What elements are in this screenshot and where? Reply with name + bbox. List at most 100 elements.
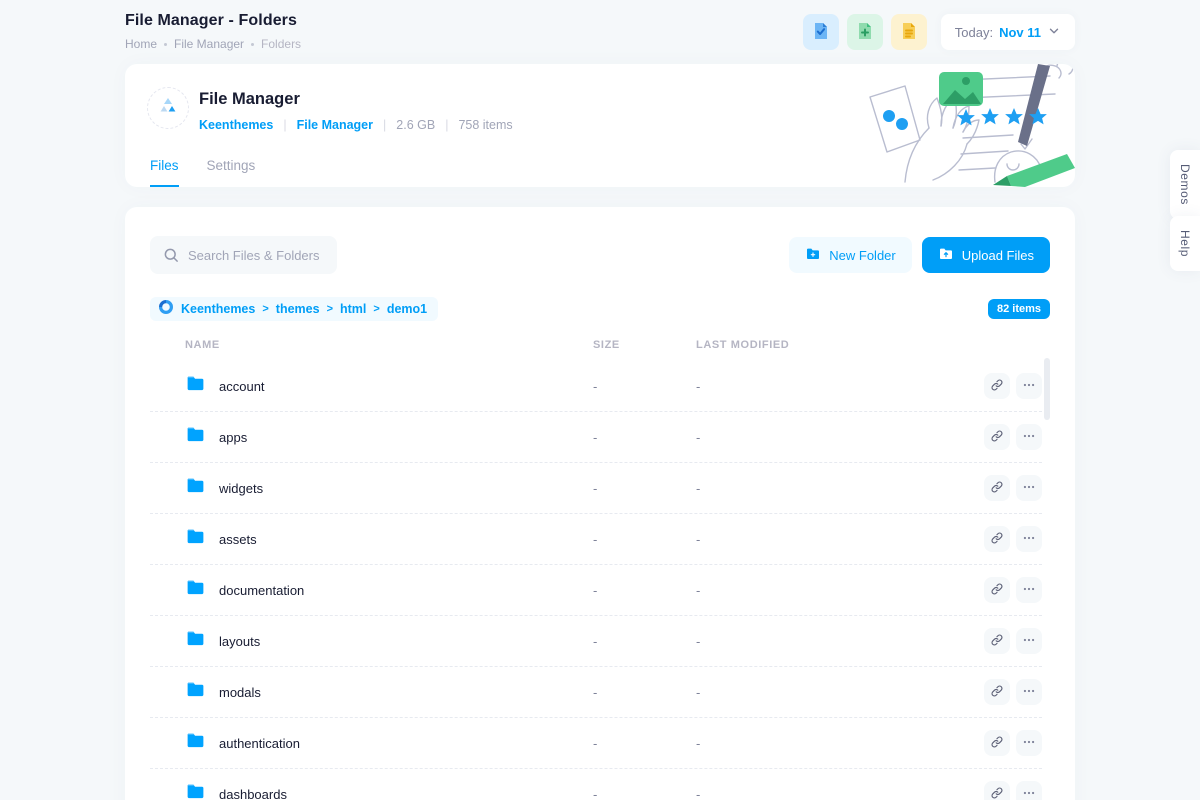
files-toolbar: New Folder Upload Files [150,236,1050,274]
link-icon [990,633,1004,650]
more-actions-button[interactable] [1016,526,1042,552]
file-plus-icon [855,21,875,44]
ellipsis-icon [1022,378,1036,395]
copy-link-button[interactable] [984,781,1010,800]
copy-link-button[interactable] [984,373,1010,399]
link-icon [990,786,1004,800]
folder-name-link[interactable]: widgets [219,481,263,496]
folder-name-link[interactable]: dashboards [219,787,287,800]
chevron-right-icon: > [327,303,333,315]
table-row: account - - [150,361,1042,412]
folder-name-link[interactable]: modals [219,685,261,700]
breadcrumb-separator [251,43,254,46]
app-link[interactable]: File Manager [297,118,373,132]
storage-size: 2.6 GB [396,118,435,132]
folder-name-link[interactable]: documentation [219,583,304,598]
date-picker-button[interactable]: Today: Nov 11 [941,14,1075,50]
modified-value: - [696,379,984,394]
folder-name-link[interactable]: apps [219,430,247,445]
more-actions-button[interactable] [1016,628,1042,654]
folder-name-link[interactable]: authentication [219,736,300,751]
more-actions-button[interactable] [1016,679,1042,705]
more-actions-button[interactable] [1016,781,1042,800]
size-value: - [593,736,696,751]
size-value: - [593,634,696,649]
file-notes-button[interactable] [891,14,927,50]
app-logo [147,87,189,129]
column-name: NAME [185,339,593,351]
path-seg-themes[interactable]: themes [276,302,320,316]
help-edge-tab[interactable]: Help [1170,216,1200,271]
file-check-button[interactable] [803,14,839,50]
folder-icon [185,526,206,552]
meta-separator: | [445,118,448,132]
folder-icon [185,475,206,501]
folder-name-link[interactable]: layouts [219,634,260,649]
breadcrumb-file-manager[interactable]: File Manager [174,37,244,51]
file-add-button[interactable] [847,14,883,50]
chevron-right-icon: > [262,303,268,315]
demos-edge-tab[interactable]: Demos [1170,150,1200,219]
ellipsis-icon [1022,684,1036,701]
path-seg-demo1[interactable]: demo1 [387,302,427,316]
breadcrumb-home[interactable]: Home [125,37,157,51]
new-folder-button[interactable]: New Folder [789,237,911,273]
folder-icon [185,730,206,756]
app-head: File Manager Keenthemes | File Manager |… [199,90,513,132]
keenthemes-triangles-icon [157,95,179,122]
link-icon [990,735,1004,752]
copy-link-button[interactable] [984,577,1010,603]
folder-plus-icon [805,246,821,265]
table-row: assets - - [150,514,1042,565]
file-table-header: NAME SIZE LAST MODIFIED [150,329,1042,361]
app-meta: Keenthemes | File Manager | 2.6 GB | 758… [199,118,513,132]
ellipsis-icon [1022,786,1036,800]
copy-link-button[interactable] [984,424,1010,450]
upload-files-button[interactable]: Upload Files [922,237,1050,273]
table-scrollbar-thumb[interactable] [1044,358,1050,420]
brand-link[interactable]: Keenthemes [199,118,273,132]
date-value: Nov 11 [999,25,1041,40]
app-header-card: File Manager Keenthemes | File Manager |… [125,64,1075,187]
tab-settings[interactable]: Settings [207,158,256,187]
more-actions-button[interactable] [1016,475,1042,501]
search-icon [162,246,180,269]
page-title-block: File Manager - Folders Home File Manager… [125,12,301,51]
folder-icon [185,424,206,450]
more-actions-button[interactable] [1016,730,1042,756]
breadcrumb-folders: Folders [261,37,301,51]
link-icon [990,531,1004,548]
new-folder-label: New Folder [829,248,895,263]
folder-name-link[interactable]: account [219,379,265,394]
file-lines-icon [899,21,919,44]
copy-link-button[interactable] [984,730,1010,756]
file-table: NAME SIZE LAST MODIFIED account - - [150,329,1042,800]
copy-link-button[interactable] [984,526,1010,552]
folder-name-link[interactable]: assets [219,532,257,547]
meta-separator: | [383,118,386,132]
path-seg-html[interactable]: html [340,302,366,316]
folder-icon [185,373,206,399]
folder-icon [185,781,206,800]
size-value: - [593,685,696,700]
table-row: authentication - - [150,718,1042,769]
topbar-actions: Today: Nov 11 [803,14,1075,50]
toolbar-buttons: New Folder Upload Files [789,237,1050,273]
link-icon [990,429,1004,446]
path-seg-keenthemes[interactable]: Keenthemes [181,302,255,316]
more-actions-button[interactable] [1016,373,1042,399]
column-modified: LAST MODIFIED [696,339,984,351]
upload-files-label: Upload Files [962,248,1034,263]
folder-path-bar: Keenthemes > themes > html > demo1 [150,297,438,321]
link-icon [990,684,1004,701]
copy-link-button[interactable] [984,475,1010,501]
chevron-right-icon: > [373,303,379,315]
more-actions-button[interactable] [1016,577,1042,603]
tab-files[interactable]: Files [150,158,179,187]
search-wrap [150,236,337,274]
copy-link-button[interactable] [984,628,1010,654]
ellipsis-icon [1022,735,1036,752]
copy-link-button[interactable] [984,679,1010,705]
more-actions-button[interactable] [1016,424,1042,450]
size-value: - [593,583,696,598]
